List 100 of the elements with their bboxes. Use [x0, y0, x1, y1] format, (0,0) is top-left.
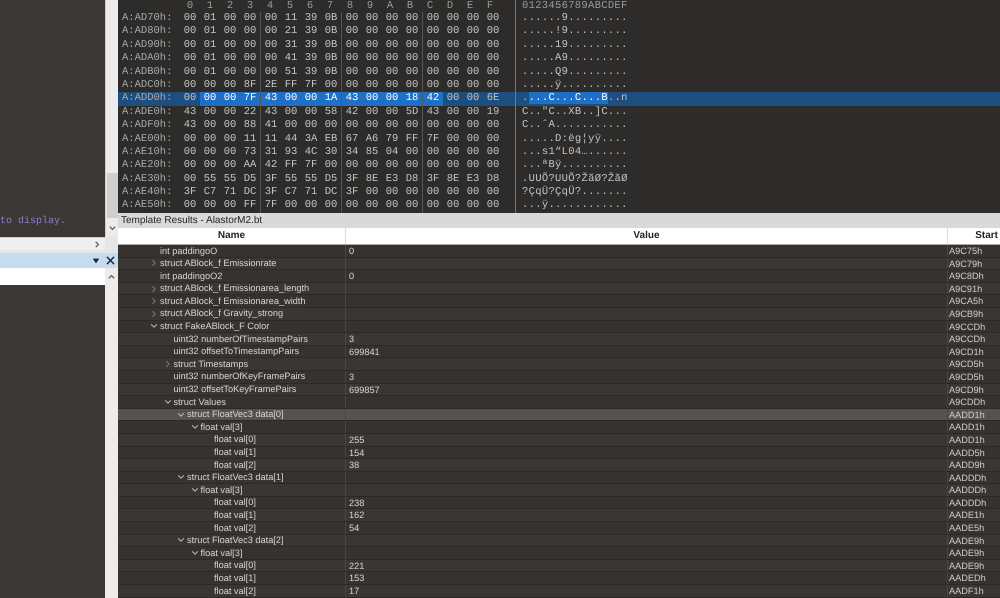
tree-row[interactable]: float val[1] 162 AADE1h	[118, 509, 1000, 522]
hex-byte[interactable]: 00	[180, 25, 200, 39]
hex-byte[interactable]: D5	[240, 172, 260, 186]
hex-byte[interactable]: 3F	[180, 186, 200, 200]
hex-byte[interactable]: 00	[443, 132, 463, 146]
hex-byte[interactable]: 01	[200, 52, 220, 66]
tree-row[interactable]: struct Values A9CDDh	[118, 396, 1000, 409]
hex-byte[interactable]: 00	[362, 52, 382, 66]
hex-byte[interactable]: 00	[321, 199, 341, 213]
hex-byte[interactable]: 22	[240, 106, 260, 120]
hex-byte[interactable]: 00	[301, 106, 321, 120]
hex-byte[interactable]: 00	[362, 92, 382, 106]
hex-byte[interactable]: 00	[483, 159, 503, 173]
hex-byte[interactable]: 00	[382, 52, 402, 66]
chevron-right-icon[interactable]	[150, 284, 158, 293]
hex-byte[interactable]: C7	[281, 186, 301, 200]
tree-row[interactable]: float val[2] 38 AADD9h	[118, 459, 1000, 472]
hex-row[interactable]: A:AE20h: 00 00 00 AA 42 FF 7F 00 00 00 00 00 00 00 00 00 ...ªBÿ..........	[118, 159, 1000, 173]
hex-byte[interactable]: 00	[362, 159, 382, 173]
hex-byte[interactable]: D5	[321, 172, 341, 186]
hex-byte[interactable]: 18	[402, 92, 422, 106]
hex-byte[interactable]: 00	[402, 78, 422, 92]
hex-byte[interactable]: 00	[220, 12, 240, 26]
tree-row[interactable]: int paddingoO 0 A9C75h	[118, 245, 1000, 258]
dropdown-icon[interactable]	[92, 256, 100, 264]
hex-byte[interactable]: 8F	[240, 78, 260, 92]
tree-row[interactable]: float val[2] 17 AADF1h	[118, 585, 1000, 598]
chevron-down-icon[interactable]	[190, 423, 198, 432]
hex-byte[interactable]: 00	[483, 25, 503, 39]
hex-byte[interactable]: 00	[463, 12, 483, 26]
hex-byte[interactable]: 00	[483, 12, 503, 26]
hex-byte[interactable]: 00	[180, 199, 200, 213]
hex-byte[interactable]: 01	[200, 66, 220, 79]
hex-byte[interactable]: 00	[443, 52, 463, 66]
hex-byte[interactable]: 00	[382, 38, 402, 52]
hex-byte[interactable]: 00	[220, 52, 240, 66]
hex-byte[interactable]: 3F	[260, 172, 281, 186]
hex-byte[interactable]: 00	[180, 172, 200, 186]
hex-byte[interactable]: 00	[220, 199, 240, 213]
chevron-down-icon[interactable]	[190, 486, 198, 494]
hex-byte[interactable]: 31	[260, 146, 281, 160]
hex-byte[interactable]: 00	[220, 146, 240, 160]
hex-byte[interactable]: 00	[483, 132, 503, 146]
hex-byte[interactable]: 00	[341, 119, 362, 133]
hex-byte[interactable]: 00	[362, 78, 382, 92]
hex-byte[interactable]: 00	[260, 25, 281, 39]
hex-byte[interactable]: 00	[180, 12, 200, 26]
hex-byte[interactable]: 0B	[321, 38, 341, 52]
hex-row[interactable]: A:ADF0h: 43 00 00 88 41 00 00 00 00 00 00 00 00 00 00 00 C..ˆA...........	[118, 119, 1000, 133]
hex-byte[interactable]: A6	[362, 132, 382, 146]
hex-byte[interactable]: 00	[463, 52, 483, 66]
hex-byte[interactable]: D8	[483, 172, 503, 186]
hex-byte[interactable]: 00	[443, 25, 463, 39]
hex-byte[interactable]: 00	[422, 186, 443, 200]
hex-byte[interactable]: 00	[220, 38, 240, 52]
hex-byte[interactable]: 79	[382, 132, 402, 146]
hex-row[interactable]: A:AD80h: 00 01 00 00 00 21 39 0B 00 00 00 00 00 00 00 00 .....!9.........	[118, 25, 1000, 39]
hex-byte[interactable]: 00	[281, 199, 301, 213]
hex-byte[interactable]: 58	[321, 106, 341, 120]
hex-byte[interactable]: 0B	[321, 25, 341, 39]
hex-byte[interactable]: 3F	[341, 186, 362, 200]
hex-byte[interactable]: 00	[382, 106, 402, 120]
hex-byte[interactable]: 00	[321, 159, 341, 173]
scrollbar[interactable]	[105, 0, 118, 237]
hex-byte[interactable]: 6E	[483, 92, 503, 106]
hex-byte[interactable]: 00	[180, 146, 200, 160]
hex-byte[interactable]: E3	[382, 172, 402, 186]
hex-byte[interactable]: 00	[443, 159, 463, 173]
hex-byte[interactable]: 00	[220, 159, 240, 173]
chevron-down-icon[interactable]	[177, 536, 185, 544]
hex-byte[interactable]: 85	[362, 146, 382, 160]
hex-byte[interactable]: 00	[260, 66, 281, 79]
tree-row[interactable]: struct FloatVec3 data[2] AADE9h	[118, 534, 1000, 548]
hex-byte[interactable]: 43	[341, 92, 362, 106]
hex-byte[interactable]: 3A	[301, 132, 321, 146]
hex-byte[interactable]: 00	[422, 119, 443, 133]
hex-byte[interactable]: 01	[200, 12, 220, 26]
hex-byte[interactable]: 00	[341, 12, 362, 26]
hex-byte[interactable]: 0B	[321, 66, 341, 79]
hex-byte[interactable]: 30	[321, 146, 341, 160]
hex-byte[interactable]: 51	[281, 66, 301, 79]
hex-byte[interactable]: 55	[220, 172, 240, 186]
tree-row[interactable]: uint32 offsetToTimestampPairs 699841 A9CD1h	[118, 346, 1000, 358]
hex-byte[interactable]: 71	[220, 186, 240, 200]
tree-row[interactable]: float val[3] AADE9h	[118, 547, 1000, 560]
hex-byte[interactable]: 00	[463, 186, 483, 200]
hex-byte[interactable]: 00	[402, 52, 422, 66]
hex-byte[interactable]: 00	[443, 119, 463, 133]
chevron-right-icon[interactable]	[150, 310, 158, 318]
hex-byte[interactable]: 00	[382, 92, 402, 106]
hex-byte[interactable]: 00	[220, 132, 240, 146]
hex-byte[interactable]: 7F	[301, 159, 321, 173]
hex-byte[interactable]: 00	[422, 52, 443, 66]
chevron-right-icon[interactable]	[150, 259, 158, 268]
hex-byte[interactable]: 00	[483, 38, 503, 52]
hex-byte[interactable]: 00	[240, 25, 260, 39]
hex-byte[interactable]: 44	[281, 132, 301, 146]
hex-byte[interactable]: 00	[200, 106, 220, 120]
hex-byte[interactable]: 39	[301, 66, 321, 79]
hex-byte[interactable]: C7	[200, 186, 220, 200]
